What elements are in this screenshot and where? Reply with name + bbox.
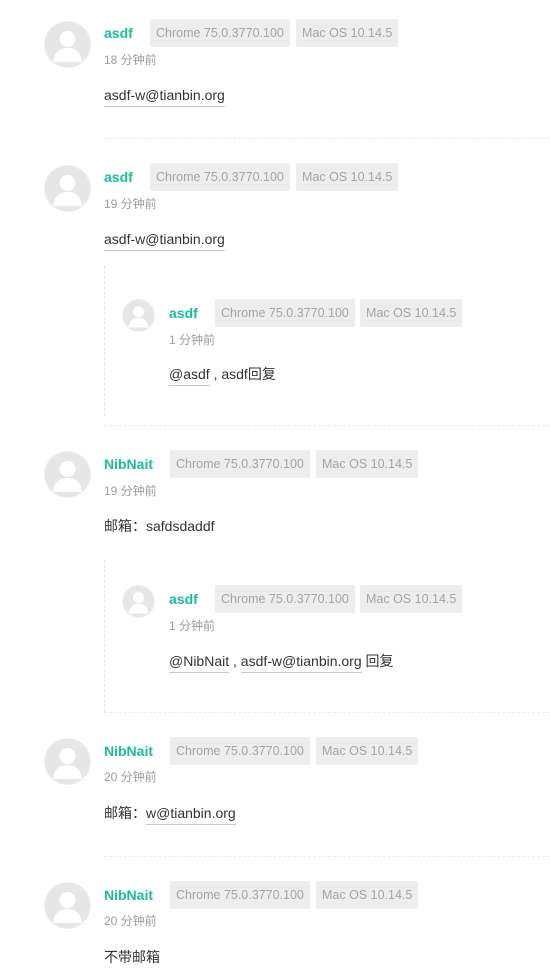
- reply-content: @asdf , asdf回复: [169, 365, 276, 386]
- os-badge: Mac OS 10.14.5: [296, 19, 399, 47]
- os-badge: Mac OS 10.14.5: [360, 585, 463, 613]
- reply-separator: ,: [229, 653, 241, 669]
- email-link[interactable]: asdf-w@tianbin.org: [240, 653, 362, 673]
- browser-badge: Chrome 75.0.3770.100: [150, 19, 290, 47]
- default-user-avatar-icon: [45, 166, 90, 211]
- default-user-avatar-icon: [45, 739, 90, 784]
- reply-time: 1 分钟前: [169, 619, 216, 633]
- comment-content: 不带邮箱: [104, 949, 160, 965]
- reply-author[interactable]: asdf: [169, 305, 198, 321]
- comment-content: asdf-w@tianbin.org: [104, 230, 225, 251]
- browser-badge: Chrome 75.0.3770.100: [170, 737, 310, 765]
- reply-time: 1 分钟前: [169, 333, 216, 347]
- comment-time: 20 分钟前: [104, 770, 157, 784]
- os-badge: Mac OS 10.14.5: [360, 299, 463, 327]
- os-badge: Mac OS 10.14.5: [316, 737, 419, 765]
- browser-badge: Chrome 75.0.3770.100: [215, 585, 355, 613]
- comment-divider: [104, 856, 550, 857]
- avatar[interactable]: [45, 22, 90, 67]
- avatar[interactable]: [123, 586, 154, 617]
- os-badge: Mac OS 10.14.5: [316, 450, 419, 478]
- avatar[interactable]: [123, 300, 154, 331]
- avatar[interactable]: [45, 166, 90, 211]
- reply-separator: ,: [209, 366, 222, 382]
- avatar[interactable]: [45, 883, 90, 928]
- default-user-avatar-icon: [45, 22, 90, 67]
- browser-badge: Chrome 75.0.3770.100: [150, 163, 290, 191]
- browser-badge: Chrome 75.0.3770.100: [170, 450, 310, 478]
- comment-content: 邮箱：safdsdaddf: [104, 518, 215, 534]
- os-badge: Mac OS 10.14.5: [296, 163, 399, 191]
- mention-link[interactable]: @NibNait: [169, 653, 230, 673]
- reply-text: asdf回复: [221, 366, 276, 382]
- avatar[interactable]: [45, 739, 90, 784]
- avatar[interactable]: [45, 452, 90, 497]
- os-badge: Mac OS 10.14.5: [316, 881, 419, 909]
- email-link[interactable]: asdf-w@tianbin.org: [104, 231, 225, 251]
- default-user-avatar-icon: [45, 883, 90, 928]
- reply-thread: [104, 560, 550, 712]
- comment-time: 19 分钟前: [104, 197, 157, 211]
- reply-text: 回复: [361, 653, 394, 669]
- comment-author[interactable]: asdf: [104, 25, 133, 41]
- comment-author[interactable]: NibNait: [104, 743, 153, 759]
- comment-author[interactable]: asdf: [104, 169, 133, 185]
- comment-time: 20 分钟前: [104, 914, 157, 928]
- reply-author[interactable]: asdf: [169, 591, 198, 607]
- reply-content: @NibNait , asdf-w@tianbin.org 回复: [169, 652, 394, 673]
- comment-author[interactable]: NibNait: [104, 887, 153, 903]
- email-link[interactable]: w@tianbin.org: [146, 805, 236, 825]
- comment-divider: [104, 425, 550, 426]
- email-link[interactable]: asdf-w@tianbin.org: [104, 87, 225, 107]
- content-prefix: 邮箱：: [104, 805, 146, 821]
- default-user-avatar-icon: [45, 452, 90, 497]
- default-user-avatar-icon: [123, 586, 154, 617]
- mention-link[interactable]: @asdf: [169, 366, 210, 386]
- browser-badge: Chrome 75.0.3770.100: [170, 881, 310, 909]
- comment-content: 邮箱：w@tianbin.org: [104, 804, 236, 825]
- comment-time: 19 分钟前: [104, 484, 157, 498]
- browser-badge: Chrome 75.0.3770.100: [215, 299, 355, 327]
- comment-divider: [104, 712, 550, 713]
- default-user-avatar-icon: [123, 300, 154, 331]
- comment-divider: [104, 138, 550, 139]
- comment-author[interactable]: NibNait: [104, 456, 153, 472]
- comment-content: asdf-w@tianbin.org: [104, 86, 225, 107]
- comment-time: 18 分钟前: [104, 53, 157, 67]
